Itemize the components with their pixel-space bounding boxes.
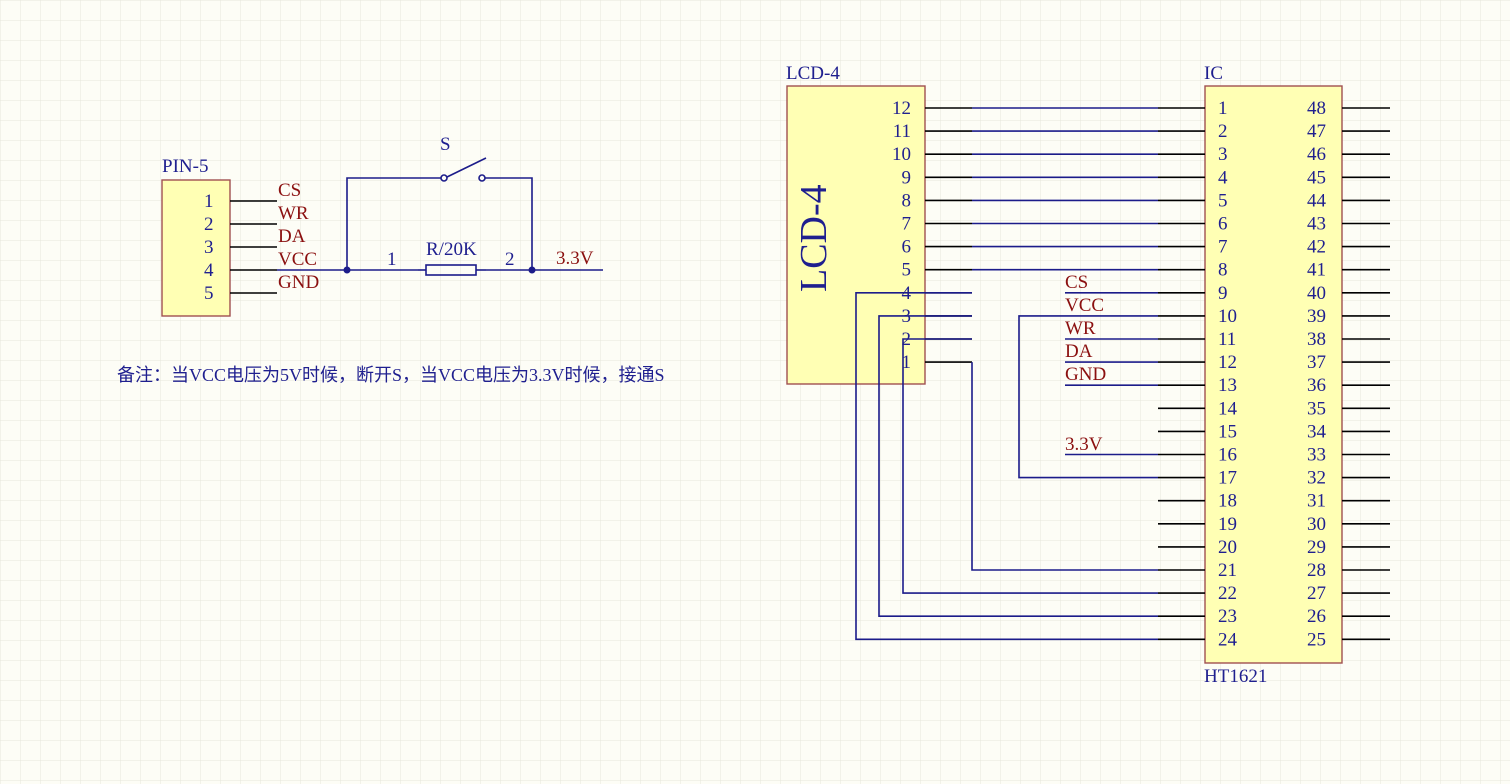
lcd-pin-number: 10 xyxy=(892,144,911,165)
lcd-pin-number: 11 xyxy=(893,121,911,142)
ic-right-pin-number: 41 xyxy=(1307,260,1326,281)
ic-left-pin-number: 12 xyxy=(1218,352,1237,373)
ic-right-pin-number: 37 xyxy=(1307,352,1326,373)
switch-contact-right xyxy=(478,174,486,182)
ic-right-pin-number: 34 xyxy=(1307,421,1327,442)
ic-right-pin-number: 43 xyxy=(1307,214,1326,235)
ic-left-pin-number: 19 xyxy=(1218,514,1237,535)
ic-right-pin-number: 32 xyxy=(1307,468,1326,489)
pin5-body xyxy=(161,179,231,317)
ic-left-pin-number: 2 xyxy=(1218,121,1228,142)
ic-right-pin-number: 27 xyxy=(1307,583,1326,604)
ic-left-pin-number: 14 xyxy=(1218,398,1238,419)
lcd-body-label: LCD-4 xyxy=(793,184,835,292)
ic-left-pin-number: 8 xyxy=(1218,260,1228,281)
ic-left-pin-number: 24 xyxy=(1218,629,1238,650)
ic-right-pin-number: 39 xyxy=(1307,306,1326,327)
ic-left-pin-number: 6 xyxy=(1218,214,1228,235)
lcd-pin-number: 6 xyxy=(902,237,912,258)
ic-right-pin-number: 36 xyxy=(1307,375,1326,396)
ic-left-pin-number: 11 xyxy=(1218,329,1236,350)
lcd-designator: LCD-4 xyxy=(786,63,840,84)
pin5-designator: PIN-5 xyxy=(162,156,208,177)
lcd-pin-number: 7 xyxy=(902,214,912,235)
ic-left-pin-number: 5 xyxy=(1218,190,1228,211)
ic-left-pin-number: 4 xyxy=(1218,167,1228,188)
ic-left-pin-number: 10 xyxy=(1218,306,1237,327)
ic-right-pin-number: 35 xyxy=(1307,398,1326,419)
resistor-pin1-label: 1 xyxy=(387,249,397,270)
ic-right-pin-number: 28 xyxy=(1307,560,1326,581)
supply-net-label: 3.3V xyxy=(556,248,594,269)
ic-left-pin-number: 9 xyxy=(1218,283,1228,304)
design-note: 备注：当VCC电压为5V时候，断开S，当VCC电压为3.3V时候，接通S xyxy=(117,365,665,385)
ic-left-pin-number: 7 xyxy=(1218,237,1228,258)
ic-right-pin-number: 46 xyxy=(1307,144,1326,165)
pin5-number: 3 xyxy=(204,237,214,258)
ic-left-pin-number: 16 xyxy=(1218,445,1237,466)
ic-net-da: DA xyxy=(1065,341,1093,362)
ic-net-gnd: GND xyxy=(1065,364,1106,385)
ic-right-pin-number: 48 xyxy=(1307,98,1326,119)
ic-right-pin-number: 29 xyxy=(1307,537,1326,558)
resistor-pin2-label: 2 xyxy=(505,249,515,270)
ic-left-pin-number: 22 xyxy=(1218,583,1237,604)
schematic-canvas: PIN-5 1 CS 2 WR 3 DA 4 VCC 5 GND S R/20K 1 2 3.3V… xyxy=(0,0,1510,784)
resistor-label: R/20K xyxy=(426,239,477,260)
ic-left-pin-number: 21 xyxy=(1218,560,1237,581)
pin5-net-label: VCC xyxy=(278,249,317,270)
ic-net-3v3: 3.3V xyxy=(1065,434,1103,455)
ic-right-pin-number: 33 xyxy=(1307,445,1326,466)
switch-label: S xyxy=(440,134,451,155)
ic-left-pin-number: 13 xyxy=(1218,375,1237,396)
pin5-number: 2 xyxy=(204,214,214,235)
ic-left-pin-number: 15 xyxy=(1218,421,1237,442)
ic-right-pin-number: 42 xyxy=(1307,237,1326,258)
lcd-pin-number: 9 xyxy=(902,167,912,188)
ic-right-pin-number: 44 xyxy=(1307,190,1327,211)
pin5-net-label: GND xyxy=(278,272,319,293)
ic-left-pin-number: 17 xyxy=(1218,468,1237,489)
ic-right-pin-number: 30 xyxy=(1307,514,1326,535)
ic-left-pin-number: 1 xyxy=(1218,98,1228,119)
ic-right-pin-number: 26 xyxy=(1307,606,1326,627)
pin5-number: 5 xyxy=(204,283,214,304)
pin5-number: 1 xyxy=(204,191,214,212)
ic-right-pin-number: 25 xyxy=(1307,629,1326,650)
lcd-pin-number: 5 xyxy=(902,260,912,281)
pin5-net-label: DA xyxy=(278,226,306,247)
ic-net-cs: CS xyxy=(1065,272,1088,293)
ic-left-pin-number: 18 xyxy=(1218,491,1237,512)
ic-right-pin-number: 38 xyxy=(1307,329,1326,350)
ic-part-name: HT1621 xyxy=(1204,666,1267,687)
pin5-number: 4 xyxy=(204,260,214,281)
lcd-pin-number: 8 xyxy=(902,190,912,211)
ic-left-pin-number: 23 xyxy=(1218,606,1237,627)
ic-left-pin-number: 3 xyxy=(1218,144,1228,165)
ic-designator: IC xyxy=(1204,63,1223,84)
lcd-pin-number: 12 xyxy=(892,98,911,119)
ic-right-pin-number: 47 xyxy=(1307,121,1326,142)
ic-right-pin-number: 40 xyxy=(1307,283,1326,304)
ic-right-pin-number: 31 xyxy=(1307,491,1326,512)
ic-net-vcc: VCC xyxy=(1065,295,1104,316)
pin5-net-label: WR xyxy=(278,203,309,224)
ic-left-pin-number: 20 xyxy=(1218,537,1237,558)
pin5-net-label: CS xyxy=(278,180,301,201)
switch-contact-left xyxy=(440,174,448,182)
ic-net-wr: WR xyxy=(1065,318,1096,339)
ic-right-pin-number: 45 xyxy=(1307,167,1326,188)
